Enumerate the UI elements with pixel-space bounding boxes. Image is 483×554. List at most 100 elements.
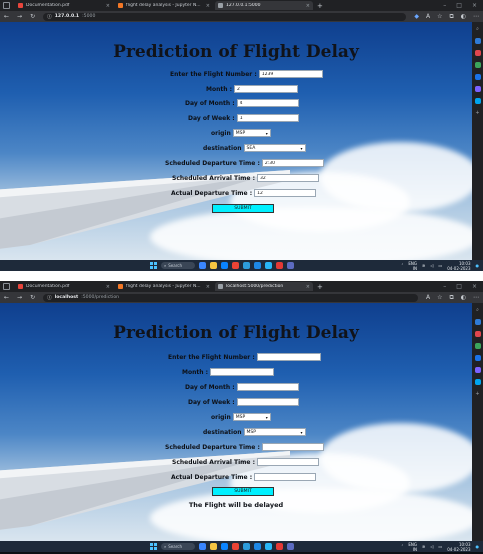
taskbar-search[interactable]: ⌕ Search xyxy=(161,543,195,550)
close-icon[interactable]: × xyxy=(206,284,210,290)
vscode-icon[interactable] xyxy=(254,262,261,269)
refresh-icon[interactable]: ↻ xyxy=(30,13,35,20)
flight-number-input[interactable] xyxy=(256,353,321,361)
photos-icon[interactable] xyxy=(265,543,272,550)
chevron-up-icon[interactable]: ˄ xyxy=(401,263,403,268)
shopping-icon[interactable] xyxy=(474,331,481,337)
maximize-icon[interactable]: □ xyxy=(456,283,462,290)
widgets-icon[interactable] xyxy=(199,543,206,550)
outlook-icon[interactable] xyxy=(474,98,481,104)
tab-localhost[interactable]: 127.0.0.1:5000 × xyxy=(215,1,313,10)
collections-icon[interactable]: ⧉ xyxy=(449,294,453,302)
tab-jupyter[interactable]: flight delay analysis - Jupyter N... × xyxy=(115,282,213,291)
info-icon[interactable]: ⓘ xyxy=(47,295,52,301)
extension-icon[interactable]: ◆ xyxy=(414,13,419,20)
actual-dep-input[interactable] xyxy=(254,473,317,481)
photos-icon[interactable] xyxy=(265,262,272,269)
tab-documentation[interactable]: Documentation.pdf × xyxy=(15,1,113,10)
minimize-icon[interactable]: – xyxy=(443,2,446,9)
close-icon[interactable]: × xyxy=(106,3,110,9)
sched-arr-input[interactable] xyxy=(256,458,319,466)
wifi-icon[interactable]: ≋ xyxy=(422,263,425,268)
chrome-icon[interactable] xyxy=(232,543,239,550)
day-of-month-input[interactable] xyxy=(236,99,299,107)
back-arrow-icon[interactable]: ← xyxy=(4,294,9,301)
outlook-icon[interactable] xyxy=(474,379,481,385)
edge-icon[interactable] xyxy=(243,543,250,550)
close-window-icon[interactable]: × xyxy=(472,2,477,9)
office-icon[interactable] xyxy=(474,367,481,373)
maximize-icon[interactable]: □ xyxy=(456,2,462,9)
games-icon[interactable] xyxy=(474,355,481,361)
tools-icon[interactable] xyxy=(474,343,481,349)
close-icon[interactable]: × xyxy=(206,3,210,9)
notification-icon[interactable]: ● xyxy=(476,263,480,268)
new-tab-icon[interactable]: + xyxy=(317,2,323,10)
origin-select[interactable]: MSP ▾ xyxy=(232,129,271,137)
more-menu-icon[interactable]: ⋯ xyxy=(473,13,479,20)
chevron-up-icon[interactable]: ˄ xyxy=(401,544,403,549)
close-icon[interactable]: × xyxy=(306,3,310,9)
shopping-icon[interactable] xyxy=(474,50,481,56)
month-input[interactable] xyxy=(234,85,298,93)
favorites-star-icon[interactable]: ☆ xyxy=(437,13,442,20)
favorites-star-icon[interactable]: ☆ xyxy=(437,294,442,301)
destination-select[interactable]: MSP ▾ xyxy=(243,428,306,436)
origin-select[interactable]: MSP ▾ xyxy=(232,413,271,421)
day-of-week-input[interactable] xyxy=(236,114,299,122)
actual-dep-input[interactable] xyxy=(254,189,317,197)
language-indicator[interactable]: ENG IN xyxy=(408,542,417,552)
sched-arr-input[interactable] xyxy=(256,174,319,182)
office-icon[interactable] xyxy=(474,86,481,92)
mail-icon[interactable] xyxy=(221,262,228,269)
new-tab-icon[interactable]: + xyxy=(317,283,323,291)
address-bar[interactable]: ⓘ 127.0.0.1:5000 xyxy=(43,12,407,21)
tab-documentation[interactable]: Documentation.pdf × xyxy=(15,282,113,291)
edge-icon[interactable] xyxy=(243,262,250,269)
day-of-month-input[interactable] xyxy=(236,383,299,391)
day-of-week-input[interactable] xyxy=(236,398,299,406)
windows-start-icon[interactable] xyxy=(150,543,157,550)
read-aloud-icon[interactable]: A xyxy=(426,294,430,301)
games-icon[interactable] xyxy=(474,74,481,80)
forward-arrow-icon[interactable]: → xyxy=(17,13,22,20)
chrome-icon[interactable] xyxy=(232,262,239,269)
clock[interactable]: 10:03 04-02-2023 xyxy=(447,261,470,271)
minimize-icon[interactable]: – xyxy=(443,283,446,290)
close-window-icon[interactable]: × xyxy=(472,283,477,290)
wifi-icon[interactable]: ≋ xyxy=(422,544,425,549)
sched-dep-input[interactable] xyxy=(261,443,324,451)
taskbar-search[interactable]: ⌕ Search xyxy=(161,262,195,269)
file-explorer-icon[interactable] xyxy=(210,543,217,550)
tab-jupyter[interactable]: flight delay analysis - Jupyter N... × xyxy=(115,1,213,10)
app-icon[interactable] xyxy=(276,543,283,550)
refresh-icon[interactable]: ↻ xyxy=(30,294,35,301)
close-icon[interactable]: × xyxy=(106,284,110,290)
copilot-icon[interactable] xyxy=(474,319,481,325)
search-icon[interactable]: ⌕ xyxy=(476,307,479,313)
app-icon[interactable] xyxy=(287,262,294,269)
info-icon[interactable]: ⓘ xyxy=(47,14,52,20)
battery-icon[interactable]: ▭ xyxy=(438,544,442,549)
month-input[interactable] xyxy=(210,368,274,376)
sched-dep-input[interactable] xyxy=(261,159,324,167)
app-icon[interactable] xyxy=(276,262,283,269)
read-aloud-icon[interactable]: A xyxy=(426,13,430,20)
window-menu-icon[interactable] xyxy=(3,283,10,290)
submit-button[interactable]: SUBMIT xyxy=(212,487,274,496)
search-icon[interactable]: ⌕ xyxy=(476,26,479,32)
flight-number-input[interactable] xyxy=(258,70,323,78)
close-icon[interactable]: × xyxy=(306,284,310,290)
notification-icon[interactable]: ● xyxy=(476,544,480,549)
tools-icon[interactable] xyxy=(474,62,481,68)
window-menu-icon[interactable] xyxy=(3,2,10,9)
windows-start-icon[interactable] xyxy=(150,262,157,269)
destination-select[interactable]: SEA ▾ xyxy=(243,144,306,152)
copilot-icon[interactable] xyxy=(474,38,481,44)
profile-icon[interactable]: ◐ xyxy=(461,294,466,301)
profile-icon[interactable]: ◐ xyxy=(461,13,466,20)
tab-localhost[interactable]: localhost:5000/prediction × xyxy=(215,282,313,291)
widgets-icon[interactable] xyxy=(199,262,206,269)
forward-arrow-icon[interactable]: → xyxy=(17,294,22,301)
clock[interactable]: 10:03 04-02-2023 xyxy=(447,542,470,552)
